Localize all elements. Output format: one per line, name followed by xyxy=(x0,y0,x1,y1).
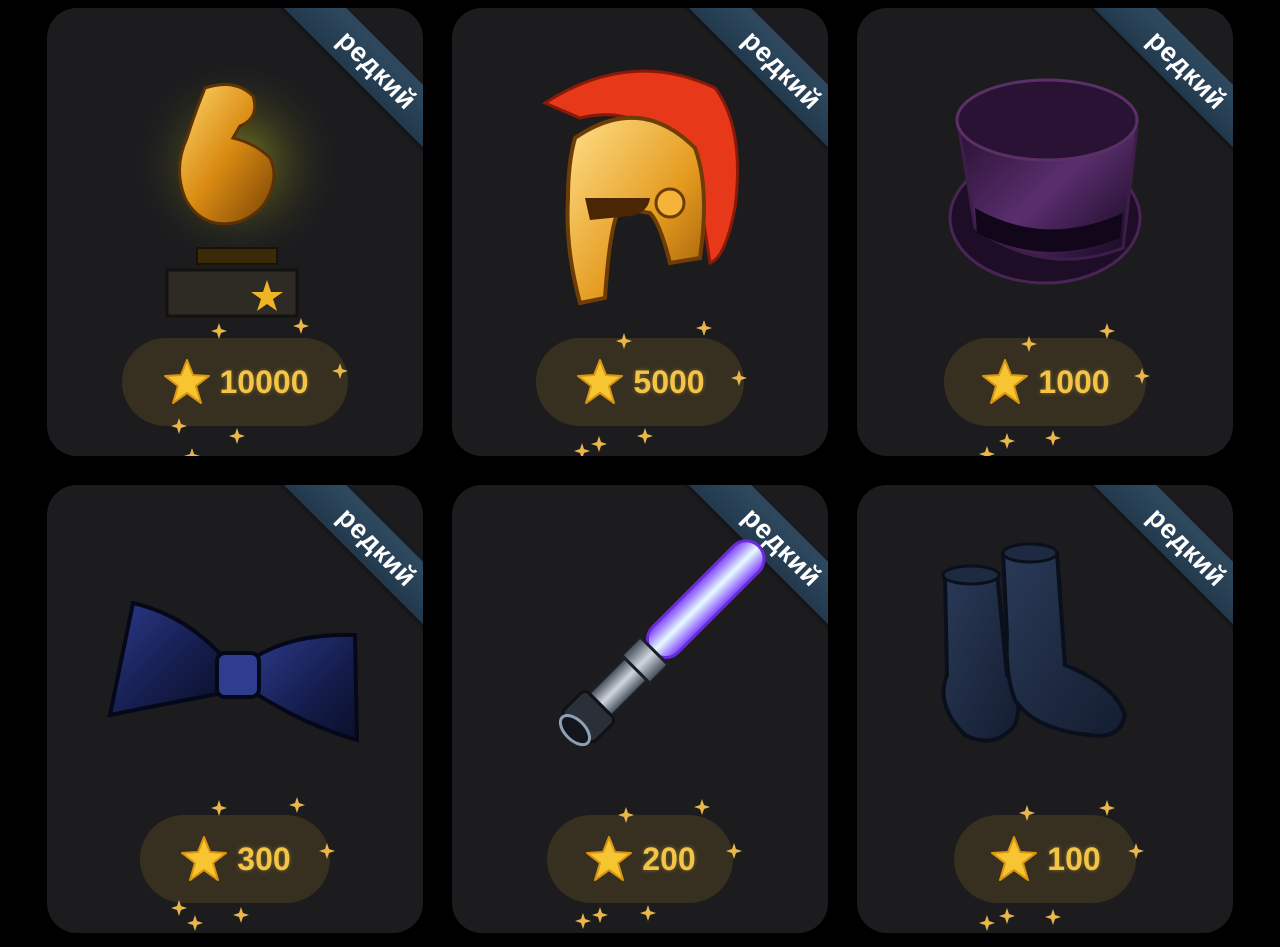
trophy-bicep-icon xyxy=(105,48,365,328)
star-icon xyxy=(163,359,210,404)
price-amount: 200 xyxy=(642,840,696,877)
top-hat-icon xyxy=(915,48,1175,328)
price-button[interactable]: 300 xyxy=(140,815,330,903)
socks-icon xyxy=(915,525,1175,805)
gift-card-bow-tie[interactable]: редкий 300 xyxy=(47,485,423,933)
price-amount: 5000 xyxy=(633,363,705,400)
star-icon xyxy=(991,836,1038,881)
price-button[interactable]: 100 xyxy=(954,815,1136,903)
gift-card-helmet[interactable]: редкий 5000 xyxy=(452,8,828,456)
bow-tie-icon xyxy=(105,525,365,805)
star-icon xyxy=(586,836,633,881)
price-button[interactable]: 1000 xyxy=(944,338,1146,426)
star-icon xyxy=(181,836,228,881)
star-icon xyxy=(982,359,1029,404)
gift-card-trophy[interactable]: редкий 10000 xyxy=(47,8,423,456)
gift-card-socks[interactable]: редкий 100 xyxy=(857,485,1233,933)
star-icon xyxy=(577,359,624,404)
price-button[interactable]: 5000 xyxy=(536,338,744,426)
price-amount: 10000 xyxy=(219,363,309,400)
spartan-helmet-icon xyxy=(510,48,770,328)
price-button[interactable]: 10000 xyxy=(122,338,348,426)
price-amount: 300 xyxy=(237,840,291,877)
price-button[interactable]: 200 xyxy=(547,815,733,903)
gift-grid: редкий 10000 редкий 5000 редкий 1000 ред… xyxy=(0,0,1280,947)
price-amount: 1000 xyxy=(1038,363,1110,400)
gift-card-lightsaber[interactable]: редкий 200 xyxy=(452,485,828,933)
gift-card-top-hat[interactable]: редкий 1000 xyxy=(857,8,1233,456)
price-amount: 100 xyxy=(1047,840,1101,877)
lightsaber-icon xyxy=(510,525,770,805)
